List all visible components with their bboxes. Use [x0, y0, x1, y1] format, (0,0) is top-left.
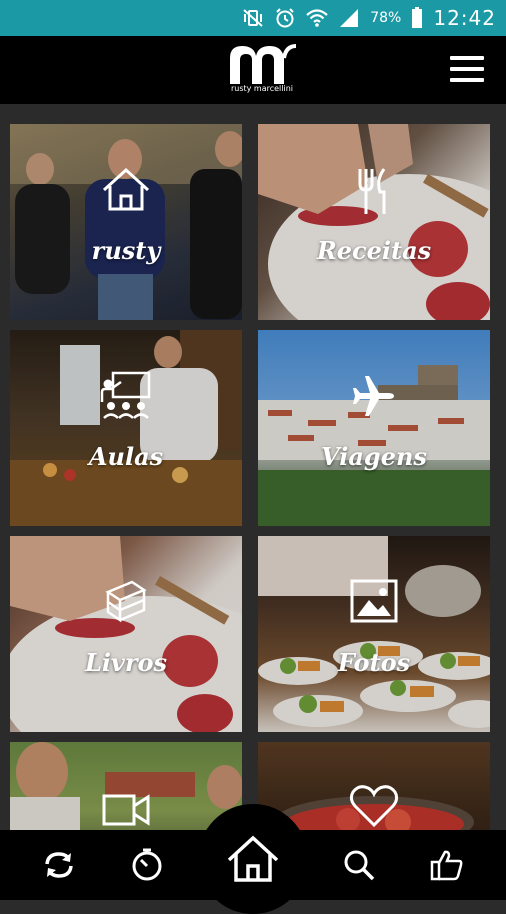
tile-label: Viagens — [321, 442, 427, 471]
classroom-icon — [99, 370, 153, 424]
battery-percent: 78% — [370, 10, 402, 26]
tile-label: Receitas — [316, 236, 432, 265]
tile-livros[interactable]: Livros — [10, 536, 242, 732]
refresh-icon[interactable] — [36, 842, 82, 888]
logo-mark — [230, 44, 297, 84]
hamburger-menu-icon[interactable] — [450, 56, 484, 84]
tile-fotos[interactable]: Fotos — [258, 536, 490, 732]
logo[interactable]: rusty marcellini — [222, 42, 302, 98]
signal-icon — [338, 7, 360, 29]
video-camera-icon — [101, 792, 151, 830]
home-icon — [227, 835, 279, 882]
tile-label: Livros — [84, 648, 168, 677]
thumbs-up-icon[interactable] — [424, 842, 470, 888]
airplane-icon — [352, 374, 396, 422]
battery-icon — [411, 7, 423, 29]
tile-videos[interactable] — [10, 742, 242, 830]
tile-label: rusty — [91, 236, 161, 265]
alarm-icon — [274, 7, 296, 29]
status-icons: 78% 12:42 — [242, 0, 496, 36]
wifi-icon — [306, 7, 328, 29]
tile-label: Fotos — [337, 648, 411, 677]
tile-receitas[interactable]: Receitas — [258, 124, 490, 320]
tile-viagens[interactable]: Viagens — [258, 330, 490, 526]
vibrate-mute-icon — [242, 7, 264, 29]
tile-aulas[interactable]: Aulas — [10, 330, 242, 526]
search-icon[interactable] — [336, 842, 382, 888]
tile-label: Aulas — [88, 442, 164, 471]
app-header: rusty marcellini — [0, 36, 506, 104]
home-outline-icon — [100, 166, 152, 216]
section-grid: rusty Receitas Aulas Viagens Livros Foto… — [0, 104, 506, 830]
fork-knife-icon — [354, 166, 394, 220]
bottom-navigation — [0, 804, 506, 914]
heart-icon — [349, 784, 399, 830]
books-icon — [102, 578, 150, 628]
tile-favoritos[interactable] — [258, 742, 490, 830]
logo-text: rusty marcellini — [230, 84, 294, 93]
clock: 12:42 — [433, 6, 496, 30]
status-bar: 78% 12:42 — [0, 0, 506, 36]
timer-icon[interactable] — [124, 842, 170, 888]
picture-icon — [349, 578, 399, 628]
home-button[interactable] — [198, 804, 308, 914]
tile-rusty[interactable]: rusty — [10, 124, 242, 320]
